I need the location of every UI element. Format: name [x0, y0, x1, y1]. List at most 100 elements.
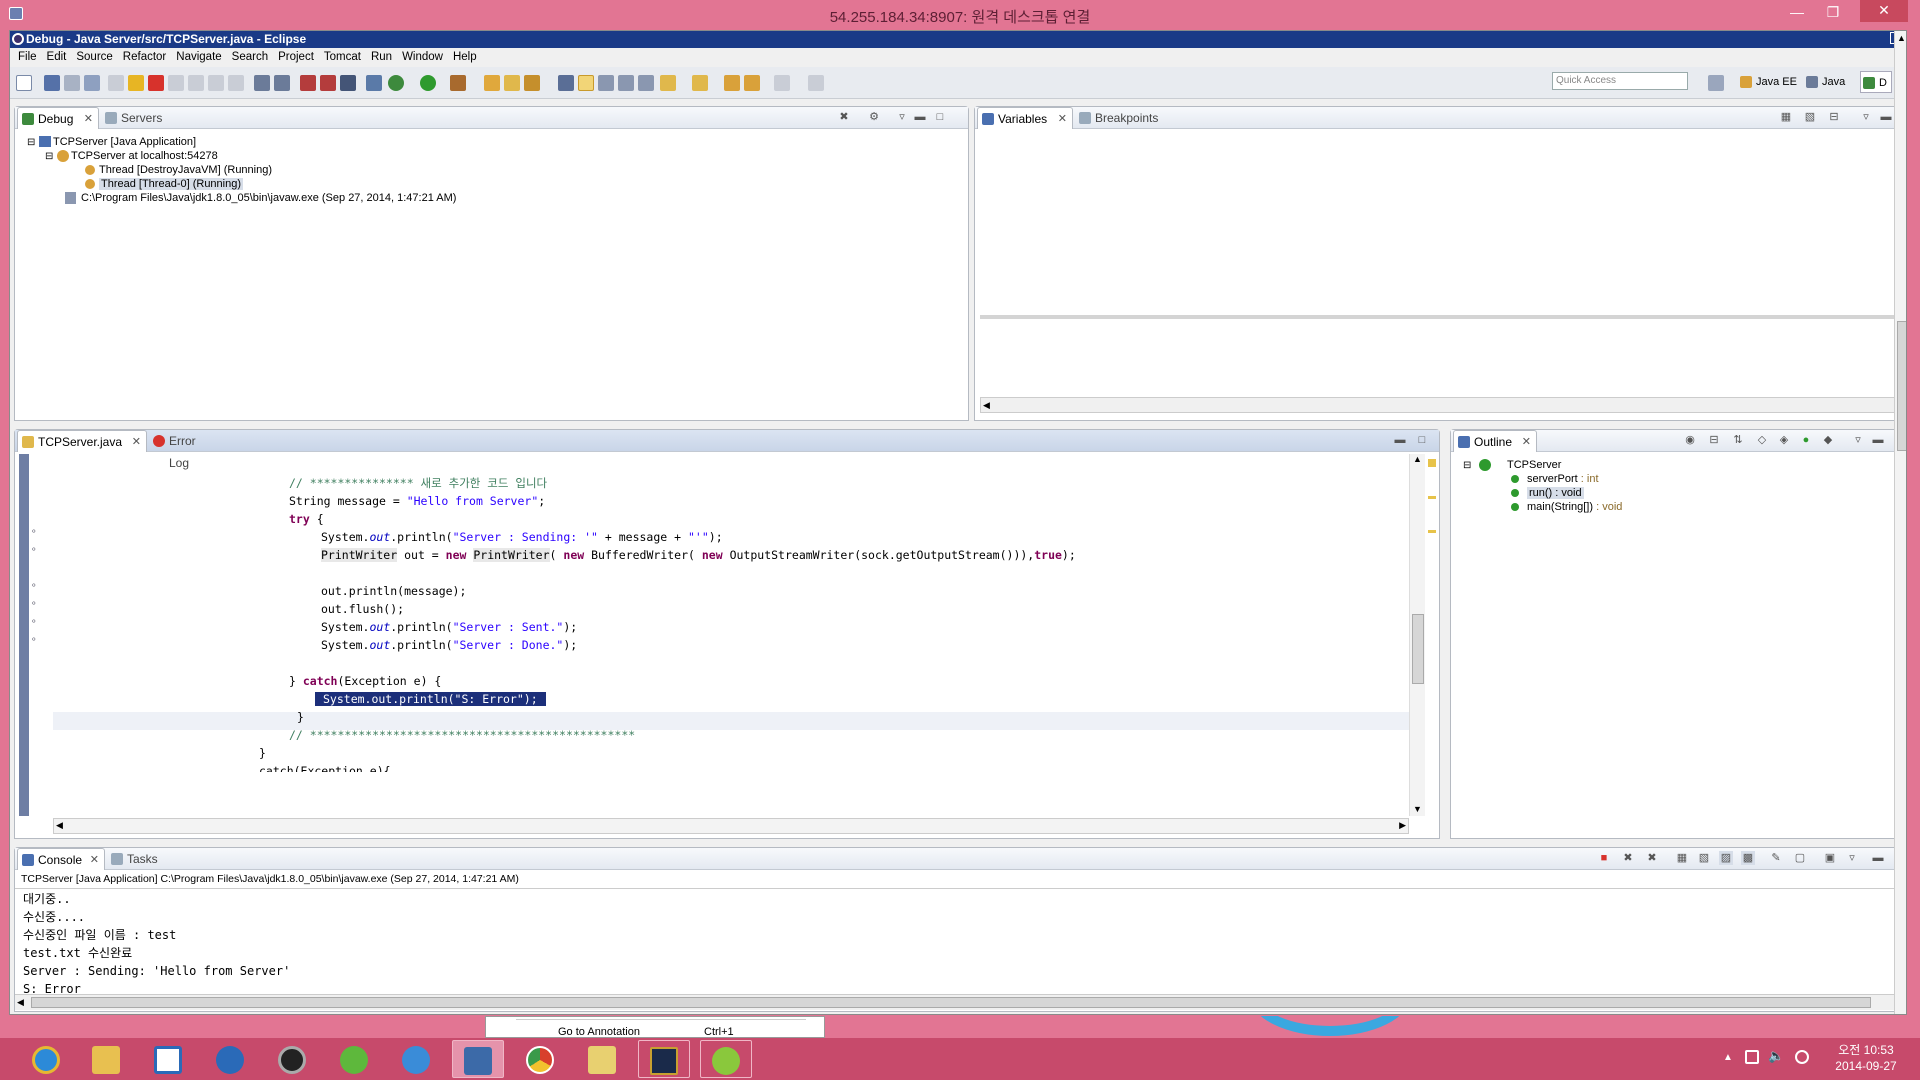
overview-marker-icon[interactable]	[1428, 459, 1436, 467]
show-on-stdout-icon[interactable]: ▨	[1719, 851, 1733, 865]
remove-all-terminated-icon[interactable]: ✖	[837, 110, 851, 124]
block-selection-icon[interactable]	[598, 75, 614, 91]
remove-launch-icon[interactable]: ✖	[1621, 851, 1635, 865]
display-selected-console-icon[interactable]: ▢	[1793, 851, 1807, 865]
code-editor[interactable]: // *************** 새로 추가한 코드 입니다 String m…	[45, 474, 1415, 816]
menu-edit[interactable]: Edit	[42, 48, 72, 67]
breakpoint-marker-icon[interactable]: ⚬	[30, 616, 38, 627]
perspective-java-ee[interactable]: Java EE	[1738, 71, 1801, 93]
collapse-icon[interactable]: ⊟	[1463, 459, 1471, 473]
pin-console-icon[interactable]: ✎	[1769, 851, 1783, 865]
mark-occurrences-icon[interactable]	[578, 75, 594, 91]
console-output[interactable]: 대기중.. 수신중.... 수신중인 파일 이름 : test test.txt 수신…	[23, 890, 1883, 996]
toggle-breakpoint-icon[interactable]	[366, 75, 382, 91]
console-horizontal-scrollbar[interactable]: ◀ ▶	[15, 994, 1903, 1010]
outline-item-class[interactable]: ⊟ TCPServer	[1463, 458, 1893, 472]
menu-refactor[interactable]: Refactor	[118, 48, 171, 67]
taskbar-brackets[interactable]	[700, 1040, 752, 1078]
close-tab-icon[interactable]: ✕	[1522, 431, 1531, 453]
step-return-icon[interactable]	[228, 75, 244, 91]
new-package-icon[interactable]	[484, 75, 500, 91]
open-type-icon[interactable]	[504, 75, 520, 91]
scrollbar-thumb[interactable]	[1897, 321, 1906, 451]
disconnect-icon[interactable]	[168, 75, 184, 91]
taskbar-chrome[interactable]	[514, 1040, 566, 1078]
minimize-view-icon[interactable]: ▬	[1879, 110, 1893, 124]
scrollbar-thumb[interactable]	[31, 997, 1871, 1008]
taskbar-league[interactable]	[638, 1040, 690, 1078]
editor-horizontal-scrollbar[interactable]: ◀ ▶	[53, 818, 1409, 834]
tree-item-launch[interactable]: ⊟ TCPServer [Java Application]	[27, 135, 957, 149]
scroll-lock-icon[interactable]: ▧	[1697, 851, 1711, 865]
tab-breakpoints[interactable]: Breakpoints	[1075, 107, 1175, 129]
maximize-view-icon[interactable]: □	[933, 110, 947, 124]
scroll-down-icon[interactable]: ▼	[1413, 804, 1422, 814]
close-tab-icon[interactable]: ✕	[84, 108, 93, 130]
close-tab-icon[interactable]: ✕	[90, 849, 99, 871]
scrollbar-thumb[interactable]	[1412, 614, 1424, 684]
debug-red-icon[interactable]	[320, 75, 336, 91]
scroll-up-icon[interactable]: ▲	[1897, 33, 1906, 43]
show-pilcrow-icon[interactable]	[638, 75, 654, 91]
hide-nonpublic-icon[interactable]: ●	[1799, 433, 1813, 447]
tab-variables[interactable]: Variables ✕	[977, 107, 1073, 129]
open-perspective-icon[interactable]	[1708, 75, 1724, 91]
step-over-icon[interactable]	[208, 75, 224, 91]
server-icon[interactable]	[340, 75, 356, 91]
menu-file[interactable]: File	[13, 48, 42, 67]
details-sash[interactable]	[980, 315, 1900, 319]
hide-local-types-icon[interactable]: ◆	[1821, 433, 1835, 447]
taskbar-itunes[interactable]	[390, 1040, 442, 1078]
search-tool-icon[interactable]	[524, 75, 540, 91]
suspend-icon[interactable]	[128, 75, 144, 91]
collapse-all-icon[interactable]: ⊟	[1827, 110, 1841, 124]
taskbar-utorrent[interactable]	[328, 1040, 380, 1078]
forward-icon[interactable]	[774, 75, 790, 91]
action-center-icon[interactable]	[1795, 1050, 1809, 1064]
minimize-button[interactable]: —	[1786, 3, 1808, 23]
perspective-java[interactable]: Java	[1804, 71, 1849, 93]
breakpoint-marker-icon[interactable]: ⚬	[30, 634, 38, 645]
prev-edit-icon[interactable]	[692, 75, 708, 91]
taskbar-task-app[interactable]	[142, 1040, 194, 1078]
save-icon[interactable]	[44, 75, 60, 91]
maximize-view-icon[interactable]: □	[1415, 433, 1429, 447]
skip-breakpoints-icon[interactable]	[108, 75, 124, 91]
pin-editor-icon[interactable]	[808, 75, 824, 91]
sort-icon[interactable]: ⇅	[1731, 433, 1745, 447]
menu-help[interactable]: Help	[448, 48, 482, 67]
back-history-icon[interactable]	[744, 75, 760, 91]
tab-tasks[interactable]: Tasks	[107, 848, 177, 870]
tab-error-log[interactable]: Error Log	[149, 430, 239, 470]
taskbar-clock[interactable]: 오전 10:53 2014-09-27	[1822, 1042, 1910, 1074]
run-icon[interactable]	[420, 75, 436, 91]
menu-source[interactable]: Source	[71, 48, 117, 67]
debug-bug-icon[interactable]	[300, 75, 316, 91]
hide-static-icon[interactable]: ◈	[1777, 433, 1791, 447]
tree-item-thread-destroy[interactable]: Thread [DestroyJavaVM] (Running)	[27, 163, 957, 177]
close-button[interactable]: ✕	[1860, 0, 1908, 22]
tree-item-vm[interactable]: ⊟ TCPServer at localhost:54278	[27, 149, 957, 163]
overview-marker-icon[interactable]	[1428, 530, 1436, 533]
view-menu-icon[interactable]: ▿	[1851, 433, 1865, 447]
view-menu-icon[interactable]: ▿	[1845, 851, 1859, 865]
show-type-names-icon[interactable]: ▦	[1779, 110, 1793, 124]
menu-tomcat[interactable]: Tomcat	[319, 48, 366, 67]
open-console-icon[interactable]: ▣	[1823, 851, 1837, 865]
drop-to-frame-icon[interactable]	[254, 75, 270, 91]
focus-active-task-icon[interactable]: ◉	[1683, 433, 1697, 447]
step-into-icon[interactable]	[188, 75, 204, 91]
taskbar-video-app[interactable]	[266, 1040, 318, 1078]
tab-debug[interactable]: Debug ✕	[17, 107, 99, 129]
tab-outline[interactable]: Outline ✕	[1453, 430, 1537, 452]
minimize-view-icon[interactable]: ▬	[1871, 851, 1885, 865]
scroll-right-icon[interactable]: ▶	[1399, 820, 1406, 831]
view-menu-icon[interactable]: ▿	[895, 110, 909, 124]
perspective-debug[interactable]: D	[1860, 71, 1892, 93]
view-menu-icon[interactable]: ▿	[1859, 110, 1873, 124]
horizontal-scrollbar[interactable]: ◀	[980, 397, 1900, 413]
menu-run[interactable]: Run	[366, 48, 397, 67]
taskbar-internet-explorer[interactable]	[20, 1040, 72, 1078]
breakpoint-marker-icon[interactable]: ⚬	[30, 580, 38, 591]
remove-all-terminated-icon[interactable]: ✖	[1645, 851, 1659, 865]
